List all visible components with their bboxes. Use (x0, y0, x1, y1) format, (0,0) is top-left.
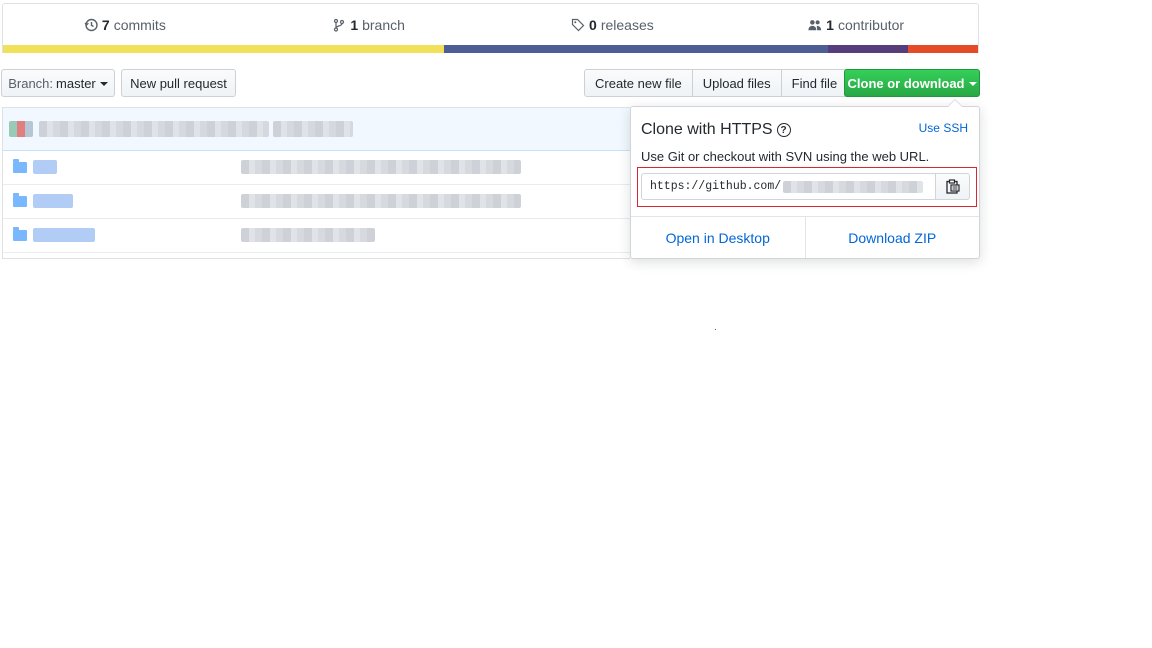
open-in-desktop-link[interactable]: Open in Desktop (631, 217, 805, 258)
commits-link[interactable]: 7 commits (3, 17, 247, 33)
branch-name: master (56, 75, 96, 91)
clone-popover: Clone with HTTPS ? Use SSH Use Git or ch… (630, 99, 980, 259)
branches-label: branch (362, 17, 405, 33)
redacted-url-path (783, 180, 924, 193)
clone-or-download-label: Clone or download (847, 75, 965, 91)
language-bar-segment[interactable] (827, 45, 908, 53)
redacted-commit-message (241, 194, 521, 208)
contributors-count: 1 (826, 17, 834, 33)
question-icon[interactable]: ? (776, 123, 791, 137)
branches-count: 1 (350, 17, 359, 33)
redacted-folder-name (33, 160, 57, 174)
file-row[interactable] (3, 253, 630, 258)
file-row[interactable] (3, 185, 630, 219)
language-bar-segment[interactable] (907, 45, 978, 53)
branches-link[interactable]: 1 branch (247, 17, 491, 33)
tag-icon (571, 18, 585, 32)
caret-down-icon (968, 82, 977, 86)
git-branch-icon (334, 18, 345, 32)
releases-link[interactable]: 0 releases (491, 17, 735, 33)
redacted-commit-message (241, 228, 375, 242)
clippy-icon (945, 179, 960, 194)
clone-description: Use Git or checkout with SVN using the w… (641, 149, 930, 164)
file-listing (2, 107, 630, 259)
folder-icon (13, 227, 27, 241)
commits-label: commits (113, 17, 166, 33)
use-ssh-link[interactable]: Use SSH (919, 121, 968, 135)
redacted-avatar (9, 121, 33, 137)
file-actions-group: Create new file Upload files Find file (584, 69, 849, 97)
redacted-commit-message (39, 121, 269, 137)
people-icon (808, 20, 822, 31)
upload-files-button[interactable]: Upload files (691, 69, 782, 97)
history-icon (84, 18, 98, 32)
redacted-commit-message (241, 160, 521, 174)
contributors-link[interactable]: 1 contributor (734, 17, 978, 33)
file-row[interactable] (3, 219, 630, 253)
language-bar[interactable] (3, 45, 978, 53)
redacted-folder-name (33, 194, 73, 208)
create-new-file-button[interactable]: Create new file (584, 69, 693, 97)
new-pull-request-button[interactable]: New pull request (121, 69, 236, 97)
copy-to-clipboard-button[interactable] (935, 173, 970, 200)
stray-dot (715, 329, 716, 330)
clone-popover-title-row: Clone with HTTPS ? (641, 121, 791, 139)
file-row[interactable] (3, 151, 630, 185)
language-bar-segment[interactable] (3, 45, 444, 53)
redacted-commit-author (273, 121, 353, 137)
clone-url-input[interactable]: https://github.com/ (641, 173, 936, 200)
latest-commit-bar (3, 108, 630, 151)
language-bar-segment[interactable] (443, 45, 828, 53)
clone-popover-footer: Open in Desktop Download ZIP (631, 216, 979, 258)
commits-count: 7 (101, 17, 110, 33)
contributors-label: contributor (837, 17, 905, 33)
folder-icon (13, 159, 27, 173)
branch-select-button[interactable]: Branch: master (1, 69, 115, 97)
branch-prefix: Branch: (8, 75, 54, 91)
clone-url-text: https://github.com/ (650, 180, 782, 193)
repository-summary: 7 commits 1 branch 0 releases 1 contribu… (2, 3, 979, 53)
folder-icon (13, 193, 27, 207)
numbers-summary: 7 commits 1 branch 0 releases 1 contribu… (3, 4, 978, 46)
download-zip-link[interactable]: Download ZIP (804, 217, 980, 258)
clone-popover-title: Clone with HTTPS (641, 121, 773, 138)
releases-count: 0 (589, 17, 597, 33)
find-file-button[interactable]: Find file (780, 69, 849, 97)
clone-or-download-button[interactable]: Clone or download (844, 69, 980, 97)
redacted-folder-name (33, 228, 95, 242)
caret-down-icon (99, 82, 108, 86)
releases-label: releases (600, 17, 654, 33)
